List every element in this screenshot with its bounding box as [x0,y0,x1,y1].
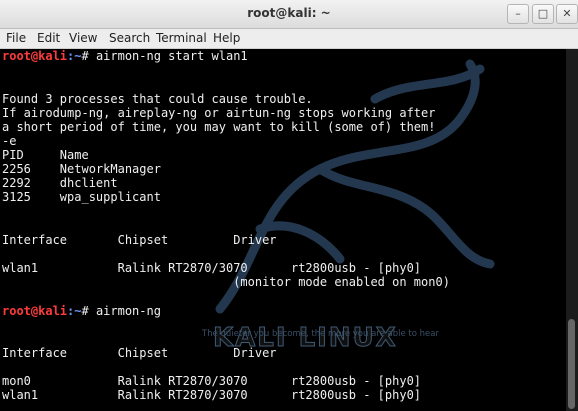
output-line: -e [2,134,17,148]
command-text: airmon-ng [95,304,161,318]
output-line: 3125 wpa_supplicant [2,190,161,204]
prompt-user-host: root@kali [2,49,68,63]
menu-edit[interactable]: Edit [37,31,60,45]
maximize-button[interactable]: □ [532,4,554,24]
scrollbar-thumb[interactable] [568,319,575,409]
terminal-scrollbar[interactable] [566,49,578,411]
menu-view[interactable]: View [69,31,97,45]
prompt-line-1: root@kali:~# airmon-ng start wlan1 [2,49,248,63]
prompt-line-2: root@kali:~# airmon-ng [2,304,161,318]
output-line: (monitor mode enabled on mon0) [2,275,450,289]
command-text: airmon-ng start wlan1 [95,49,248,63]
prompt-user-host: root@kali [2,304,68,318]
prompt-symbol: # [81,304,96,318]
menu-file[interactable]: File [6,31,26,45]
menu-help[interactable]: Help [213,31,240,45]
output-line: 2256 NetworkManager [2,162,161,176]
output-line: Interface Chipset Driver [2,346,277,360]
menu-terminal[interactable]: Terminal [156,31,207,45]
menu-bar: File Edit View Search Terminal Help [0,29,578,49]
close-button[interactable]: ✕ [556,4,578,24]
kali-tagline: The quieter you become, the more you are… [202,329,439,339]
menu-search[interactable]: Search [109,31,150,45]
output-line: 2292 dhclient [2,176,118,190]
minimize-button[interactable]: – [507,4,529,24]
output-line: wlan1 Ralink RT2870/3070 rt2800usb - [ph… [2,388,422,402]
output-line: PID Name [2,148,89,162]
terminal-output[interactable]: KALI LINUX The quieter you become, the m… [0,49,566,411]
output-line: Found 3 processes that could cause troub… [2,92,313,106]
prompt-path: :~ [67,304,82,318]
output-line: If airodump-ng, aireplay-ng or airtun-ng… [2,106,436,120]
prompt-symbol: # [81,49,96,63]
output-line: wlan1 Ralink RT2870/3070 rt2800usb - [ph… [2,261,422,275]
window-title: root@kali: ~ [247,6,331,20]
output-line: a short period of time, you may want to … [2,120,436,134]
window-titlebar[interactable]: root@kali: ~ – □ ✕ [0,0,578,29]
prompt-path: :~ [67,49,82,63]
output-line: Interface Chipset Driver [2,233,277,247]
output-line: mon0 Ralink RT2870/3070 rt2800usb - [phy… [2,374,422,388]
